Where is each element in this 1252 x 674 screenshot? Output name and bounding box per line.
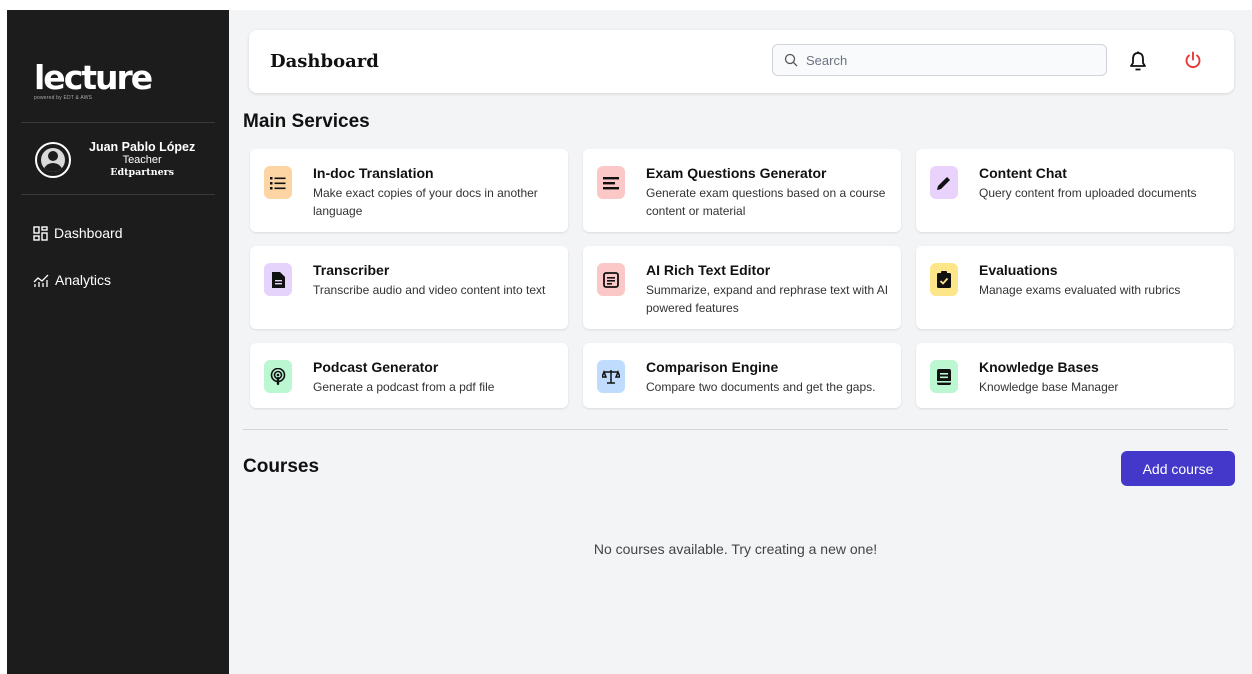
service-card-knowledge-bases[interactable]: Knowledge Bases Knowledge base Manager <box>916 343 1234 408</box>
sidebar-item-analytics[interactable]: Analytics <box>33 272 111 288</box>
card-title: AI Rich Text Editor <box>646 262 771 278</box>
brand-name: lecture <box>34 58 153 97</box>
main-services-title: Main Services <box>243 111 370 132</box>
main-content: Dashboard <box>229 10 1252 674</box>
card-title: Exam Questions Generator <box>646 165 827 181</box>
card-title: In-doc Translation <box>313 165 434 181</box>
search-box[interactable] <box>772 44 1107 76</box>
user-org: Edtpartners <box>110 167 175 178</box>
card-description: Make exact copies of your docs in anothe… <box>313 186 538 218</box>
sidebar: lecture powered by EDT & AWS Juan Pablo … <box>7 10 229 674</box>
card-description: Knowledge base Manager <box>979 380 1119 394</box>
service-card-ai-rich-text-editor[interactable]: AI Rich Text Editor Summarize, expand an… <box>583 246 901 329</box>
service-card-content-chat[interactable]: Content Chat Query content from uploaded… <box>916 149 1234 232</box>
user-role: Teacher <box>122 154 162 166</box>
card-description: Query content from uploaded documents <box>979 186 1197 200</box>
service-card-evaluations[interactable]: Evaluations Manage exams evaluated with … <box>916 246 1234 329</box>
card-title: Comparison Engine <box>646 359 779 375</box>
courses-title: Courses <box>243 456 320 477</box>
clipboard-check-icon <box>930 263 958 296</box>
scale-icon <box>597 360 625 393</box>
app-frame: lecture powered by EDT & AWS Juan Pablo … <box>7 10 1252 674</box>
courses-empty-message: No courses available. Try creating a new… <box>593 541 878 557</box>
user-name: Juan Pablo López <box>89 140 196 154</box>
add-course-button[interactable]: Add course <box>1121 451 1235 486</box>
page-title: Dashboard <box>270 51 379 72</box>
card-description: Generate a podcast from a pdf file <box>313 380 495 394</box>
service-card-in-doc-translation[interactable]: In-doc Translation Make exact copies of … <box>250 149 568 232</box>
card-description: Compare two documents and get the gaps. <box>646 380 876 394</box>
section-divider <box>243 429 1228 430</box>
card-description: Generate exam questions based on a cours… <box>646 186 886 218</box>
sidebar-item-label: Dashboard <box>54 225 123 241</box>
avatar-icon <box>35 141 71 178</box>
card-description: Manage exams evaluated with rubrics <box>979 283 1181 297</box>
text-box-icon <box>597 263 625 296</box>
logout-button[interactable] <box>1184 51 1202 74</box>
search-icon <box>784 53 798 67</box>
analytics-chart-icon <box>33 274 49 287</box>
card-title: Knowledge Bases <box>979 359 1099 375</box>
document-icon <box>264 263 292 296</box>
top-bar: Dashboard <box>249 30 1234 93</box>
service-card-podcast-generator[interactable]: Podcast Generator Generate a podcast fro… <box>250 343 568 408</box>
sidebar-item-label: Analytics <box>55 272 112 288</box>
book-icon <box>930 360 958 393</box>
sidebar-divider <box>21 194 215 195</box>
service-card-comparison-engine[interactable]: Comparison Engine Compare two documents … <box>583 343 901 408</box>
service-card-exam-questions-generator[interactable]: Exam Questions Generator Generate exam q… <box>583 149 901 232</box>
lines-icon <box>597 166 625 199</box>
dashboard-grid-icon <box>33 225 48 241</box>
card-title: Podcast Generator <box>313 359 439 375</box>
pencil-icon <box>930 166 958 199</box>
service-card-transcriber[interactable]: Transcriber Transcribe audio and video c… <box>250 246 568 329</box>
card-title: Content Chat <box>979 165 1067 181</box>
brand-logo: lecture powered by EDT & AWS <box>34 58 153 102</box>
card-title: Transcriber <box>313 262 390 278</box>
podcast-icon <box>264 360 292 393</box>
power-icon <box>1185 51 1201 69</box>
card-description: Summarize, expand and rephrase text with… <box>646 283 889 315</box>
list-icon <box>264 166 292 199</box>
card-description: Transcribe audio and video content into … <box>313 283 546 297</box>
card-title: Evaluations <box>979 262 1058 278</box>
sidebar-divider <box>21 122 215 123</box>
notifications-button[interactable] <box>1129 51 1147 76</box>
user-profile[interactable]: Juan Pablo López Teacher Edtpartners <box>35 140 195 179</box>
search-input[interactable] <box>806 52 1086 68</box>
bell-icon <box>1130 51 1146 71</box>
sidebar-item-dashboard[interactable]: Dashboard <box>33 225 123 241</box>
